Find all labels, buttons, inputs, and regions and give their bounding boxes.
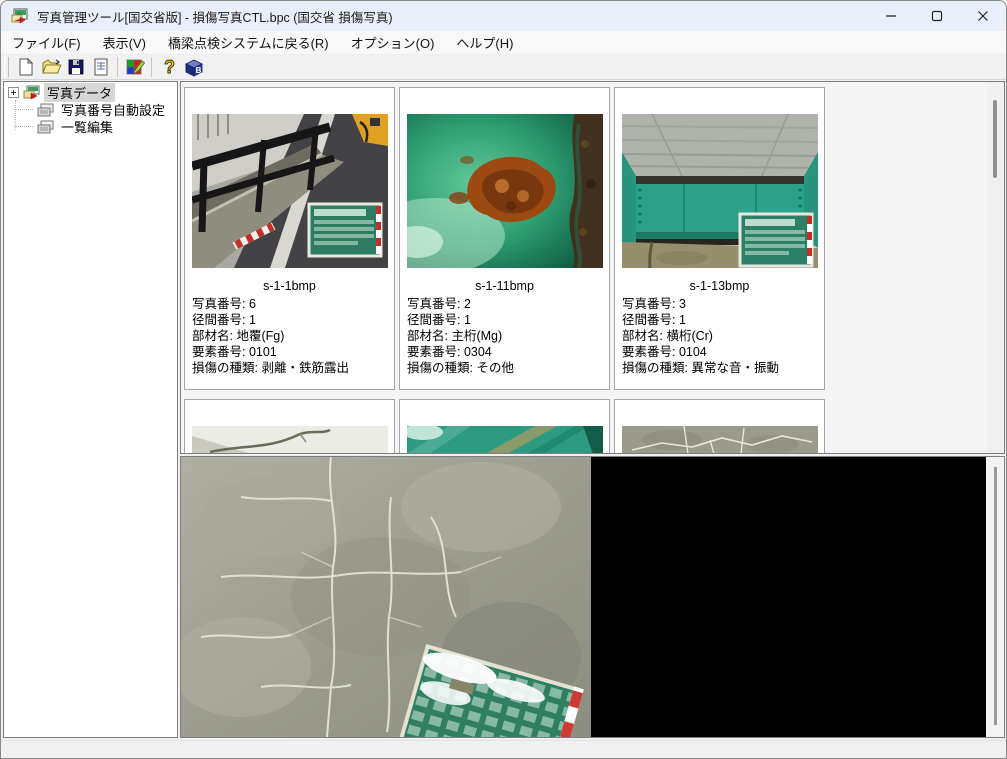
meta-line: 部材名: 地覆(Fg) — [192, 329, 285, 343]
open-folder-icon[interactable] — [38, 56, 63, 79]
photo-card-partial[interactable] — [614, 399, 825, 453]
sidebar-item-photo-data[interactable]: 写真データ — [4, 83, 177, 102]
meta-line: 損傷の種類: その他 — [407, 361, 514, 375]
photo-meta: 写真番号: 2 径間番号: 1 部材名: 主桁(Mg) 要素番号: 0304 損… — [400, 293, 609, 379]
help-icon[interactable]: ? — [156, 56, 181, 79]
toolbar-separator — [151, 57, 152, 77]
survey-board — [307, 202, 382, 258]
meta-line: 部材名: 横桁(Cr) — [622, 329, 713, 343]
maximize-icon[interactable] — [914, 1, 960, 31]
photo-number-edit-icon[interactable] — [122, 56, 147, 79]
close-icon[interactable] — [960, 1, 1006, 31]
photo-data-icon — [23, 85, 41, 100]
help-glyph: ? — [164, 57, 175, 77]
crack-on-bright-concrete-photo — [191, 426, 388, 453]
meta-line: 損傷の種類: 異常な音・振動 — [622, 361, 779, 375]
app-window: 写真管理ツール[国交省版] - 損傷写真CTL.bpc (国交省 損傷写真) フ… — [0, 0, 1007, 759]
meta-line: 要素番号: 0101 — [192, 345, 277, 359]
meta-line: 要素番号: 0104 — [622, 345, 707, 359]
menu-return-to-bridge-inspection-system[interactable]: 橋梁点検システムに戻る(R) — [157, 30, 340, 55]
new-document-icon[interactable] — [13, 56, 38, 79]
preview-black-area — [591, 457, 986, 737]
preview-scrollbar-thumb[interactable] — [994, 467, 997, 725]
survey-board — [738, 212, 813, 268]
photo-filename: s-1-11bmp — [475, 279, 534, 293]
photo-card-partial[interactable] — [399, 399, 610, 453]
list-edit-icon — [37, 120, 55, 134]
menu-help[interactable]: ヘルプ(H) — [445, 30, 524, 55]
menu-bar: ファイル(F) 表示(V) 橋梁点検システムに戻る(R) オプション(O) ヘル… — [1, 31, 1006, 55]
meta-line: 要素番号: 0304 — [407, 345, 492, 359]
save-icon[interactable] — [63, 56, 88, 79]
thumbnail-list: s-1-1bmp 写真番号: 6 径間番号: 1 部材名: 地覆(Fg) 要素番… — [180, 81, 1005, 454]
photo-filename: s-1-13bmp — [689, 279, 750, 293]
toolbar-gripper — [4, 57, 9, 77]
database-cube-icon[interactable]: B — [181, 56, 206, 79]
photo-card[interactable]: s-1-11bmp 写真番号: 2 径間番号: 1 部材名: 主桁(Mg) 要素… — [399, 87, 610, 390]
sidebar-item-photo-number-auto[interactable]: 写真番号自動設定 — [4, 101, 177, 118]
preview-pane — [180, 456, 1005, 738]
sidebar-tree: 写真データ 写真番号自動設定 一覧編集 — [3, 81, 178, 738]
road-curb-guardrail-photo — [191, 114, 388, 268]
meta-line: 損傷の種類: 剥離・鉄筋露出 — [192, 361, 349, 375]
report-icon[interactable] — [88, 56, 113, 79]
teal-steel-braces-photo — [406, 426, 603, 453]
tree-guide-stub — [14, 125, 33, 128]
photo-card[interactable]: s-1-13bmp 写真番号: 3 径間番号: 1 部材名: 横桁(Cr) 要素… — [614, 87, 825, 390]
status-bar — [1, 740, 1006, 758]
photo-meta: 写真番号: 6 径間番号: 1 部材名: 地覆(Fg) 要素番号: 0101 損… — [185, 293, 394, 379]
toolbar-separator — [117, 57, 118, 77]
photo-manager-app-icon — [11, 8, 29, 24]
photo-card-partial[interactable] — [184, 399, 395, 453]
menu-file[interactable]: ファイル(F) — [1, 30, 92, 55]
tree-guide-stub — [14, 108, 33, 111]
meta-line: 部材名: 主桁(Mg) — [407, 329, 503, 343]
list-scrollbar-thumb[interactable] — [993, 100, 997, 178]
photo-filename: s-1-1bmp — [263, 279, 316, 293]
meta-line: 径間番号: 1 — [192, 313, 256, 327]
sidebar-item-label: 一覧編集 — [61, 120, 114, 135]
teal-cross-girder-under-deck-photo — [621, 114, 818, 268]
cracked-concrete-with-survey-board-photo — [181, 457, 591, 737]
meta-line: 径間番号: 1 — [407, 313, 471, 327]
photo-meta: 写真番号: 3 径間番号: 1 部材名: 横桁(Cr) 要素番号: 0104 損… — [615, 293, 824, 379]
window-title: 写真管理ツール[国交省版] - 損傷写真CTL.bpc (国交省 損傷写真) — [37, 10, 393, 25]
rust-patch-on-green-steel-photo — [406, 114, 603, 268]
expander-plus-icon[interactable] — [8, 87, 19, 98]
meta-line: 写真番号: 2 — [407, 297, 471, 311]
photo-settings-icon — [37, 103, 55, 117]
preview-scrollbar[interactable] — [986, 457, 1004, 737]
minimize-icon[interactable] — [868, 1, 914, 31]
photo-card[interactable]: s-1-1bmp 写真番号: 6 径間番号: 1 部材名: 地覆(Fg) 要素番… — [184, 87, 395, 390]
toolbar: ? B — [1, 55, 1006, 80]
title-bar: 写真管理ツール[国交省版] - 損傷写真CTL.bpc (国交省 損傷写真) — [1, 1, 1006, 31]
meta-line: 径間番号: 1 — [622, 313, 686, 327]
list-scrollbar[interactable] — [987, 82, 1004, 453]
meta-line: 写真番号: 6 — [192, 297, 256, 311]
menu-options[interactable]: オプション(O) — [340, 30, 446, 55]
meta-line: 写真番号: 3 — [622, 297, 686, 311]
sidebar-item-list-edit[interactable]: 一覧編集 — [4, 118, 177, 135]
database-letter-glyph: B — [195, 66, 201, 75]
menu-view[interactable]: 表示(V) — [92, 30, 157, 55]
crack-network-concrete-photo — [621, 426, 818, 453]
